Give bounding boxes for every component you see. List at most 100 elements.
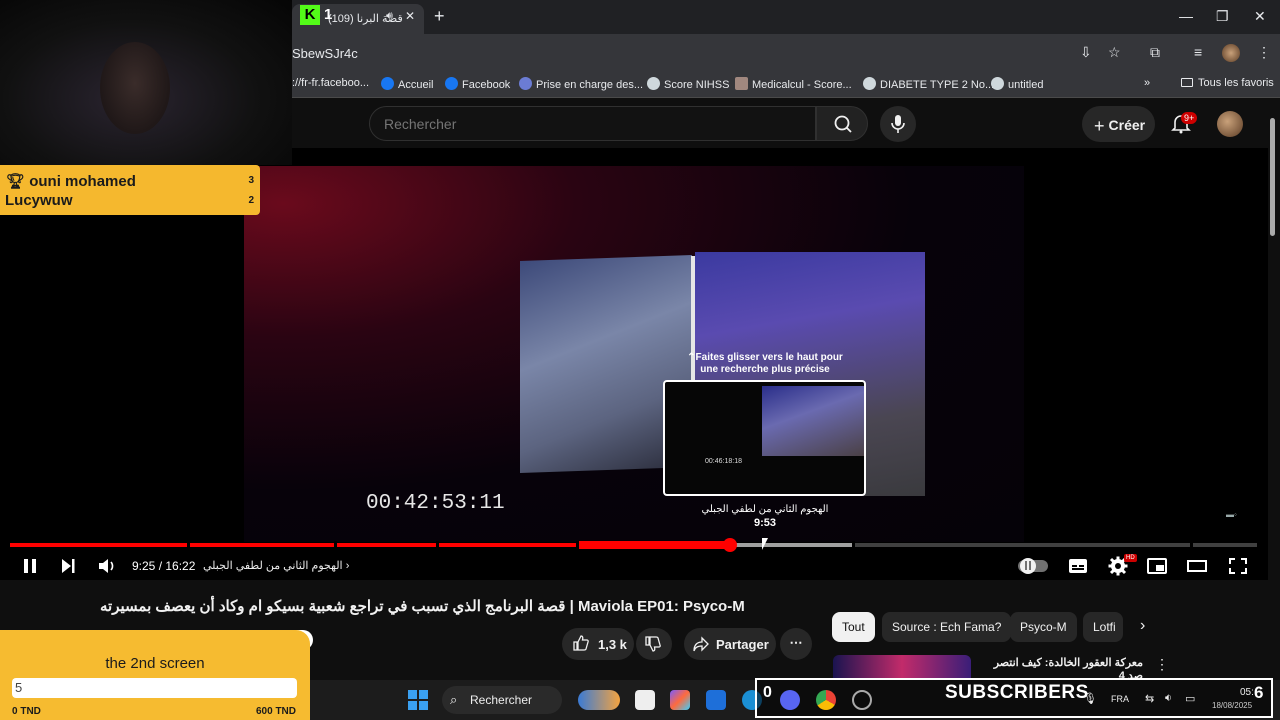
copilot-icon[interactable] bbox=[670, 690, 690, 710]
bookmark-0[interactable]: ://fr-fr.faceboo... bbox=[292, 77, 369, 89]
donation-max: 600 TND bbox=[255, 706, 296, 717]
scrubber-handle[interactable] bbox=[723, 538, 737, 552]
miniplayer-button[interactable] bbox=[1145, 556, 1169, 576]
profile-avatar[interactable] bbox=[1222, 44, 1240, 62]
chevron-right-icon: › bbox=[345, 560, 350, 572]
task-view-icon[interactable] bbox=[635, 690, 655, 710]
bookmark-4[interactable]: Score NIHSS bbox=[647, 77, 729, 91]
facebook-icon bbox=[445, 77, 458, 90]
seek-preview: 00:46:18:18 bbox=[663, 380, 866, 496]
chevron-up-icon: ⌃ bbox=[687, 352, 696, 363]
maximize-icon[interactable]: ❐ bbox=[1216, 8, 1229, 25]
share-label: Partager bbox=[716, 637, 769, 652]
battery-icon[interactable]: ▭ bbox=[1185, 692, 1195, 705]
search-button[interactable] bbox=[816, 106, 868, 141]
chip-lotfi[interactable]: Lotfi bbox=[1083, 612, 1123, 642]
url-text[interactable]: SbewSJr4c bbox=[292, 46, 358, 61]
bookmark-2[interactable]: Facebook bbox=[445, 77, 510, 91]
clock-time[interactable]: 05: bbox=[1240, 687, 1254, 698]
account-avatar[interactable] bbox=[1217, 111, 1243, 137]
like-button[interactable]: 1,3 k bbox=[562, 628, 634, 660]
reading-list-icon[interactable]: ≡ bbox=[1194, 44, 1202, 60]
bookmark-label: Facebook bbox=[462, 79, 511, 91]
subscribers-count-right: 6 bbox=[1254, 683, 1264, 702]
volume-icon bbox=[99, 559, 114, 573]
next-button[interactable] bbox=[56, 556, 80, 576]
minimize-icon[interactable]: — bbox=[1179, 8, 1193, 24]
tab-close-icon[interactable]: ✕ bbox=[405, 9, 415, 23]
extensions-icon[interactable]: ⧉ bbox=[1150, 44, 1160, 61]
progress-hover-segment bbox=[578, 541, 730, 549]
chapter-marker bbox=[1190, 541, 1193, 549]
bookmark-label: ://fr-fr.faceboo... bbox=[292, 77, 370, 89]
voice-search-button[interactable] bbox=[880, 106, 916, 142]
taskbar-search[interactable]: ⌕ Rechercher bbox=[442, 686, 562, 714]
theater-mode-button[interactable] bbox=[1185, 556, 1209, 576]
chip-all[interactable]: Tout bbox=[832, 612, 875, 642]
tab-audio-icon[interactable]: 🔊︎ bbox=[386, 10, 393, 23]
chapter-marker bbox=[436, 541, 439, 549]
bookmark-7[interactable]: untitled bbox=[991, 77, 1043, 91]
plus-icon: + bbox=[1094, 116, 1105, 136]
language-indicator[interactable]: FRA bbox=[1111, 694, 1129, 704]
thumbs-up-icon bbox=[572, 634, 590, 652]
bookmark-star-icon[interactable]: ☆ bbox=[1108, 44, 1121, 61]
chapter-marker bbox=[852, 541, 855, 549]
widgets-icon[interactable] bbox=[578, 690, 620, 710]
network-icon[interactable]: ⇆ bbox=[1145, 692, 1154, 705]
leaderboard-entry-2: Lucywuw bbox=[5, 192, 73, 209]
discord-icon[interactable] bbox=[780, 690, 800, 710]
dislike-button[interactable] bbox=[636, 628, 672, 660]
chrome-icon[interactable] bbox=[816, 690, 836, 710]
volume-button[interactable] bbox=[95, 556, 119, 576]
install-icon[interactable]: ⇩ bbox=[1080, 44, 1092, 61]
fullscreen-icon bbox=[1229, 558, 1247, 574]
facebook-icon bbox=[381, 77, 394, 90]
seek-hint-text: Faites glisser vers le haut pour une rec… bbox=[695, 352, 843, 375]
globe-icon bbox=[991, 77, 1004, 90]
speaker-icon[interactable]: 🔉︎ bbox=[1165, 692, 1172, 705]
more-actions-button[interactable]: ⋯ bbox=[780, 628, 812, 660]
preview-thumbnail bbox=[762, 386, 864, 456]
fullscreen-button[interactable] bbox=[1226, 556, 1250, 576]
menu-icon[interactable]: ⋮ bbox=[1257, 44, 1271, 61]
subtitles-button[interactable] bbox=[1066, 556, 1090, 576]
donation-amount: 5 bbox=[15, 680, 23, 695]
leaderboard-count: 2 bbox=[248, 195, 254, 206]
close-window-icon[interactable]: ✕ bbox=[1254, 8, 1266, 25]
channel-watermark[interactable]: ▬◦ bbox=[1226, 510, 1237, 519]
more-bookmarks-icon[interactable]: » bbox=[1144, 77, 1150, 89]
scrollbar-thumb[interactable] bbox=[1270, 118, 1275, 236]
bookmark-6[interactable]: DIABETE TYPE 2 No... bbox=[863, 77, 994, 91]
leaderboard-count: 3 bbox=[248, 175, 254, 186]
chip-psyco-m[interactable]: Psyco-M bbox=[1010, 612, 1077, 642]
new-tab-button[interactable]: + bbox=[434, 6, 445, 27]
mic-tray-icon[interactable]: 🎙︎ bbox=[1083, 692, 1097, 705]
microphone-icon bbox=[891, 115, 905, 133]
chips-next-icon[interactable]: › bbox=[1140, 617, 1145, 635]
subscribers-count-left: 0 bbox=[763, 684, 772, 701]
recommendation-menu-icon[interactable]: ⋮ bbox=[1155, 656, 1169, 673]
pause-button[interactable] bbox=[18, 556, 42, 576]
search-icon bbox=[834, 115, 852, 133]
bookmark-5[interactable]: Medicalcul - Score... bbox=[735, 77, 852, 91]
clock-date[interactable]: 18/08/2025 bbox=[1212, 701, 1252, 710]
share-button[interactable]: Partager bbox=[684, 628, 776, 660]
windows-start-icon[interactable] bbox=[408, 690, 428, 710]
mouse-cursor-icon bbox=[762, 538, 774, 550]
app-store-icon[interactable] bbox=[706, 690, 726, 710]
all-favorites[interactable]: Tous les favoris bbox=[1181, 77, 1274, 89]
video-timecode: 00:42:53:11 bbox=[366, 492, 505, 515]
search-input[interactable] bbox=[370, 107, 815, 140]
bookmark-3[interactable]: Prise en charge des... bbox=[519, 77, 643, 91]
preview-chapter-time: 9:53 bbox=[753, 517, 777, 529]
more-icon: ⋯ bbox=[789, 635, 803, 650]
site-icon bbox=[519, 77, 532, 90]
create-button[interactable]: + Créer bbox=[1082, 106, 1155, 142]
chapter-button[interactable]: الهجوم الثاني من لطفي الجبلي › bbox=[203, 559, 349, 572]
bookmark-1[interactable]: Accueil bbox=[381, 77, 433, 91]
donation-title: the 2nd screen bbox=[105, 655, 205, 672]
obs-icon[interactable] bbox=[852, 690, 872, 710]
leaderboard-widget: 🏆︎ ouni mohamed 3 Lucywuw 2 bbox=[0, 165, 260, 215]
chip-source[interactable]: Source : Ech Fama? bbox=[882, 612, 1012, 642]
